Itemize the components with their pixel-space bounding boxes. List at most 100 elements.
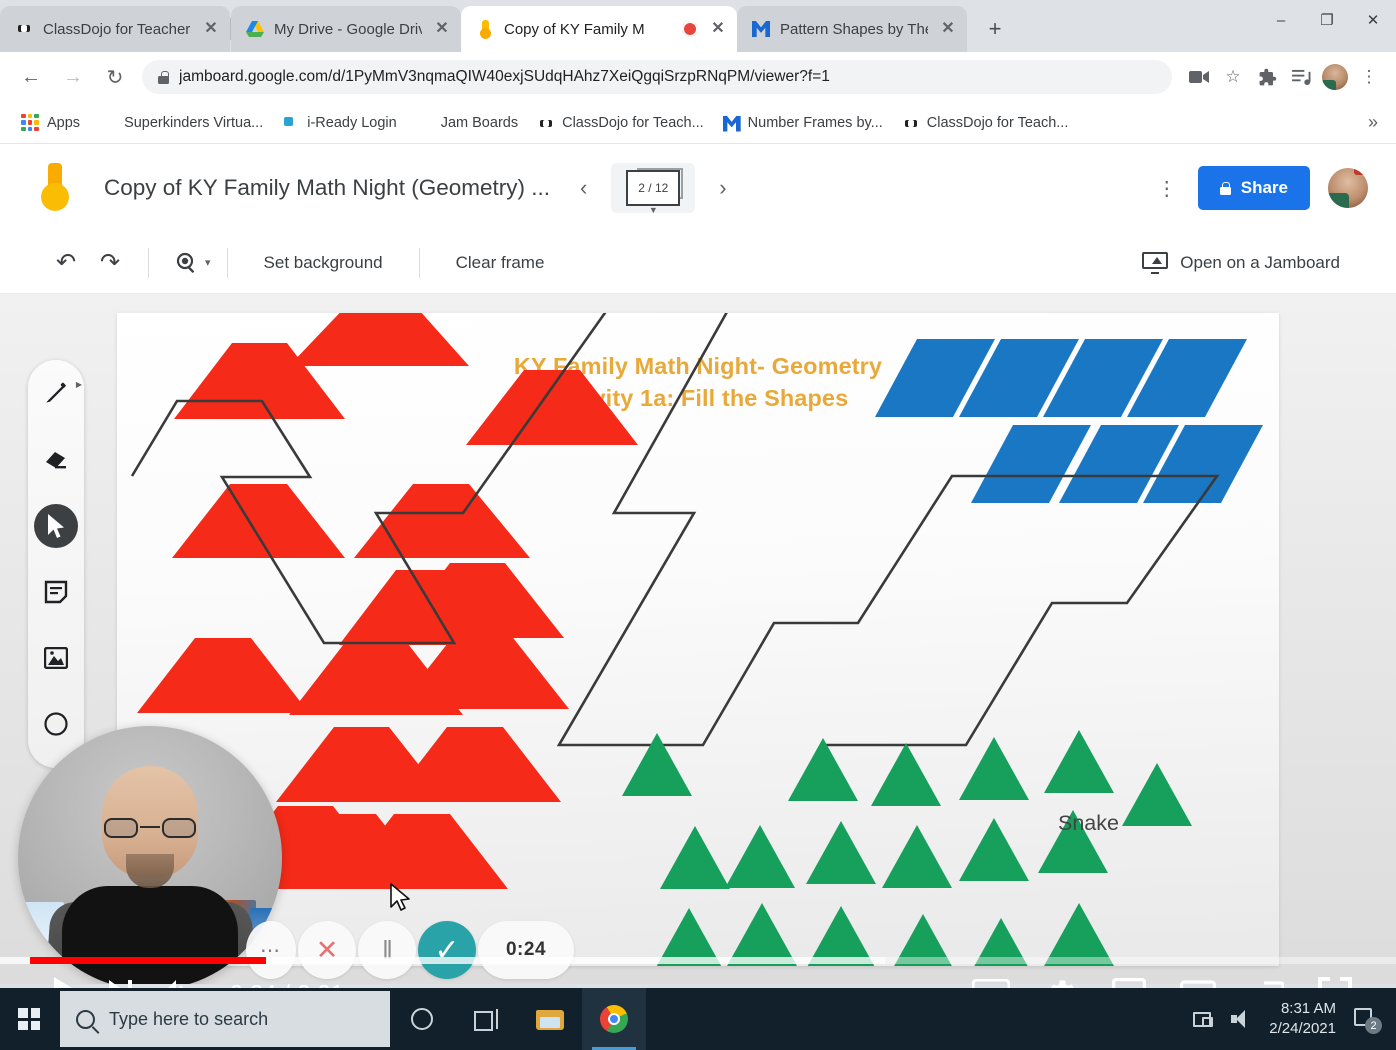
browser-tab-classdojo[interactable]: ClassDojo for Teachers ✕ bbox=[0, 6, 230, 52]
cortana-button[interactable] bbox=[390, 988, 454, 1050]
bookmark-classdojo-2[interactable]: ClassDojo for Teach... bbox=[892, 110, 1078, 136]
profile-avatar-icon[interactable] bbox=[1318, 60, 1352, 94]
recorder-pause-button[interactable]: ‖ bbox=[358, 921, 416, 979]
close-icon[interactable]: ✕ bbox=[707, 18, 729, 40]
new-tab-button[interactable]: + bbox=[975, 11, 1015, 47]
classdojo-icon bbox=[14, 19, 34, 39]
eraser-icon bbox=[46, 452, 66, 469]
browser-tab-pattern-shapes[interactable]: Pattern Shapes by The M ✕ bbox=[737, 6, 967, 52]
lock-icon bbox=[158, 70, 169, 84]
eraser-tool[interactable] bbox=[34, 438, 78, 482]
circle-shape-icon bbox=[44, 712, 68, 736]
shape-tool[interactable] bbox=[34, 702, 78, 746]
lock-icon bbox=[1219, 181, 1231, 195]
clear-frame-button[interactable]: Clear frame bbox=[436, 253, 565, 273]
redo-button[interactable]: ↷ bbox=[88, 241, 132, 285]
google-chrome-icon bbox=[600, 1005, 628, 1033]
jamboard-logo bbox=[34, 163, 76, 213]
maximize-button[interactable]: ❐ bbox=[1304, 0, 1350, 40]
pen-tool[interactable]: ▶ bbox=[34, 372, 82, 416]
close-icon: ✕ bbox=[315, 934, 339, 965]
back-button[interactable]: ← bbox=[10, 56, 52, 98]
file-explorer-button[interactable] bbox=[518, 988, 582, 1050]
frame-counter-button[interactable]: 2 / 12 ▼ bbox=[611, 163, 696, 215]
frame-counter-label: 2 / 12 bbox=[626, 170, 681, 206]
set-background-button[interactable]: Set background bbox=[244, 253, 403, 273]
reload-button[interactable]: ↻ bbox=[94, 56, 136, 98]
bookmark-classdojo-1[interactable]: ClassDojo for Teach... bbox=[527, 110, 713, 136]
pause-icon: ‖ bbox=[382, 934, 393, 965]
cortana-icon bbox=[411, 1008, 433, 1030]
share-button[interactable]: Share bbox=[1197, 166, 1310, 210]
page-title: Copy of KY Family Math Night (Geometry) … bbox=[104, 175, 550, 200]
sticky-note-tool[interactable] bbox=[34, 570, 78, 614]
jamboard-header: Copy of KY Family Math Night (Geometry) … bbox=[0, 144, 1396, 232]
browser-tab-jamboard-active[interactable]: Copy of KY Family M ✕ bbox=[461, 6, 737, 52]
more-options-button[interactable]: ⋮ bbox=[1154, 176, 1180, 201]
browser-window: ClassDojo for Teachers ✕ My Drive - Goog… bbox=[0, 0, 1396, 1050]
toolbar-divider bbox=[148, 247, 149, 278]
video-record-icon[interactable] bbox=[1182, 60, 1216, 94]
clock-date: 2/24/2021 bbox=[1269, 1020, 1336, 1037]
mouse-cursor-icon bbox=[390, 883, 410, 911]
network-icon[interactable] bbox=[1193, 1011, 1214, 1027]
close-window-button[interactable]: ✕ bbox=[1350, 0, 1396, 40]
bookmark-number-frames[interactable]: Number Frames by... bbox=[713, 110, 892, 136]
notifications-button[interactable]: 2 bbox=[1354, 1006, 1382, 1034]
address-bar[interactable]: jamboard.google.com/d/1PyMmV3nqmaQIW40ex… bbox=[142, 60, 1172, 94]
next-frame-button[interactable]: › bbox=[711, 171, 734, 205]
bookmark-label: Jam Boards bbox=[440, 114, 519, 131]
tab-recording-indicator-icon bbox=[682, 21, 698, 37]
recorder-done-button[interactable]: ✓ bbox=[418, 921, 476, 979]
taskbar-search-input[interactable]: Type here to search bbox=[60, 991, 390, 1047]
zoom-icon[interactable] bbox=[165, 241, 209, 285]
bookmark-apps[interactable]: Apps bbox=[12, 110, 89, 136]
pen-icon bbox=[46, 382, 66, 403]
jamboard-canvas-area[interactable]: KY Family Math Night- Geometry Activity … bbox=[0, 294, 1396, 984]
bookmark-label: ClassDojo for Teach... bbox=[562, 114, 704, 131]
recorder-more-button[interactable]: ⋯ bbox=[246, 921, 296, 979]
windows-start-button[interactable] bbox=[0, 988, 58, 1050]
mathlearningcenter-icon bbox=[722, 114, 740, 132]
avatar[interactable] bbox=[1328, 168, 1368, 208]
previous-frame-button[interactable]: ‹ bbox=[572, 171, 595, 205]
speaker-icon[interactable] bbox=[1231, 1010, 1251, 1028]
close-icon[interactable]: ✕ bbox=[200, 18, 222, 40]
classdojo-icon bbox=[901, 114, 919, 132]
notification-count: 2 bbox=[1365, 1017, 1382, 1034]
chrome-menu-icon[interactable]: ⋮ bbox=[1352, 60, 1386, 94]
chrome-taskbar-button[interactable] bbox=[582, 988, 646, 1050]
apps-grid-icon bbox=[21, 113, 39, 132]
image-tool[interactable] bbox=[34, 636, 78, 680]
minimize-button[interactable]: – bbox=[1258, 0, 1304, 40]
task-view-button[interactable] bbox=[454, 988, 518, 1050]
undo-button[interactable]: ↶ bbox=[44, 241, 88, 285]
taskbar-clock[interactable]: 8:31 AM 2/24/2021 bbox=[1269, 999, 1336, 1040]
close-icon[interactable]: ✕ bbox=[937, 18, 959, 40]
browser-toolbar: ← → ↻ jamboard.google.com/d/1PyMmV3nqmaQ… bbox=[0, 52, 1396, 102]
bookmarks-overflow-button[interactable]: » bbox=[1368, 112, 1384, 133]
chevron-down-icon[interactable]: ▾ bbox=[205, 256, 211, 269]
open-on-jamboard-button[interactable]: Open on a Jamboard bbox=[1142, 251, 1352, 274]
reading-list-icon[interactable] bbox=[1284, 60, 1318, 94]
iready-icon bbox=[281, 114, 299, 132]
close-icon[interactable]: ✕ bbox=[431, 18, 453, 40]
select-tool[interactable] bbox=[34, 504, 78, 548]
bookmark-jam-boards[interactable]: Jam Boards bbox=[406, 110, 527, 136]
recorder-cancel-button[interactable]: ✕ bbox=[298, 921, 356, 979]
bookmark-iready[interactable]: i-Ready Login bbox=[272, 110, 405, 136]
bookmark-label: i-Ready Login bbox=[307, 114, 397, 131]
tab-strip: ClassDojo for Teachers ✕ My Drive - Goog… bbox=[0, 0, 1396, 52]
task-view-icon bbox=[474, 1009, 498, 1031]
open-on-jamboard-label: Open on a Jamboard bbox=[1180, 252, 1340, 272]
bookmark-star-icon[interactable]: ☆ bbox=[1216, 60, 1250, 94]
google-drive-icon bbox=[245, 19, 265, 39]
forward-button[interactable]: → bbox=[52, 56, 94, 98]
extensions-puzzle-icon[interactable] bbox=[1250, 60, 1284, 94]
jamboard-frame[interactable]: KY Family Math Night- Geometry Activity … bbox=[117, 313, 1279, 966]
browser-tab-google-drive[interactable]: My Drive - Google Drive ✕ bbox=[231, 6, 461, 52]
bookmark-superkinders[interactable]: Superkinders Virtua... bbox=[89, 110, 272, 136]
webcam-overlay[interactable] bbox=[18, 726, 282, 984]
clock-time: 8:31 AM bbox=[1280, 999, 1336, 1017]
board-shapes bbox=[130, 313, 1263, 966]
